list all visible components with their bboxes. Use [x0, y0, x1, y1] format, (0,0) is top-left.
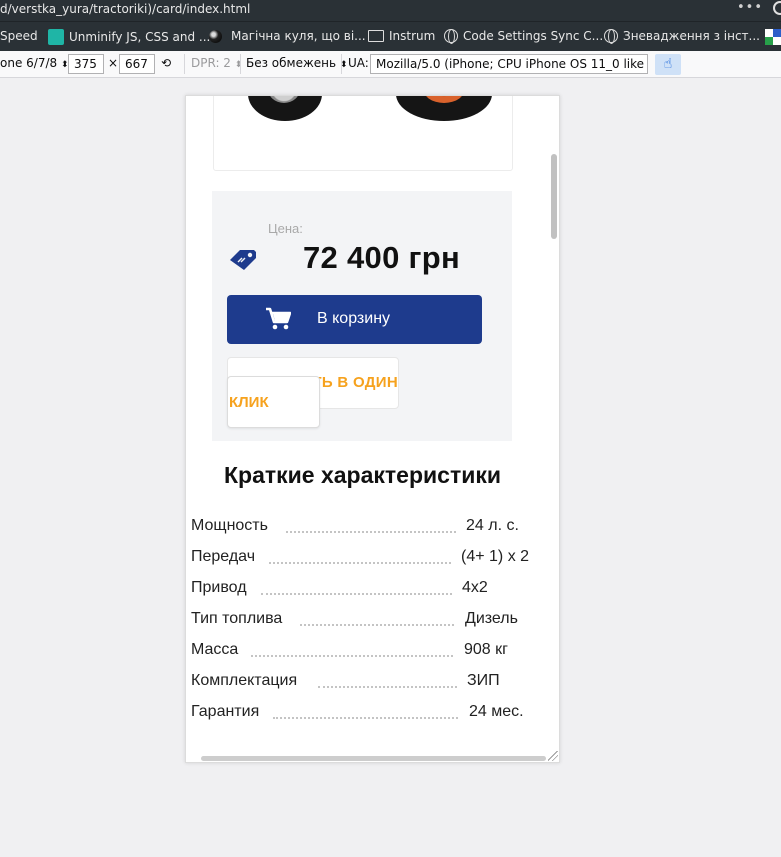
rotate-icon[interactable]: ⟲: [161, 56, 171, 70]
overflow-bookmarks-icon[interactable]: [765, 29, 781, 45]
spec-value: ЗИП: [467, 672, 500, 689]
price-panel: Цена: 72 400 грн В корзину ТЬ В ОДИН КЛИ…: [212, 191, 512, 441]
bookmark-magic-ball[interactable]: Магічна куля, що ві...: [209, 29, 366, 43]
spec-leader: [251, 655, 453, 657]
product-image: [213, 96, 513, 171]
spec-key: Тип топлива: [191, 610, 283, 627]
spec-key: Комплектация: [191, 672, 298, 689]
bookmark-label: Speed: [0, 29, 38, 43]
spec-row: Гарантия 24 мес.: [191, 703, 536, 723]
add-to-cart-label: В корзину: [317, 310, 391, 327]
throttling-select[interactable]: Без обмежень ⬍: [246, 56, 347, 70]
dpr-select[interactable]: DPR: 2 ⬍: [191, 56, 242, 70]
toolbar-divider: [184, 54, 185, 74]
touch-simulation-icon[interactable]: ☝: [655, 54, 681, 75]
shopping-cart-icon: [266, 307, 291, 330]
bookmark-speed[interactable]: Speed: [0, 29, 38, 43]
bookmark-debugging[interactable]: Зневадження з інст...: [604, 29, 760, 44]
user-agent-input[interactable]: Mozilla/5.0 (iPhone; CPU iPhone OS 11_0 …: [370, 54, 648, 74]
globe-icon: [604, 29, 618, 44]
spec-value: Дизель: [465, 610, 518, 627]
bookmark-label: Code Settings Sync C...: [463, 29, 604, 43]
bookmarks-toolbar: Speed Unminify JS, CSS and ... Магічна к…: [0, 21, 781, 51]
spec-row: Комплектация ЗИП: [191, 672, 531, 692]
spec-value: 24 мес.: [469, 703, 524, 720]
spec-key: Мощность: [191, 517, 268, 534]
specs-heading: Краткие характеристики: [224, 462, 501, 488]
horizontal-scrollbar[interactable]: [201, 756, 546, 761]
spec-leader: [286, 531, 456, 533]
buy-one-click-label-overflow: КЛИК: [229, 394, 269, 411]
spec-leader: [318, 686, 457, 688]
bookmark-unminify[interactable]: Unminify JS, CSS and ...: [48, 29, 210, 45]
bookmark-code-settings-sync[interactable]: Code Settings Sync C...: [444, 29, 604, 44]
bookmark-label: Магічна куля, що ві...: [231, 29, 366, 43]
dimension-separator: ×: [108, 56, 119, 70]
spec-row: Привод 4х2: [191, 579, 531, 599]
buy-one-click-label: ТЬ В ОДИН: [312, 374, 398, 391]
spec-leader: [273, 717, 458, 719]
spec-key: Передач: [191, 548, 256, 565]
spec-value: 24 л. с.: [466, 517, 519, 534]
spec-row: Мощность 24 л. с.: [191, 517, 531, 537]
device-viewport: Цена: 72 400 грн В корзину ТЬ В ОДИН КЛИ…: [185, 95, 560, 763]
account-icon[interactable]: [773, 1, 781, 15]
teal-square-icon: [48, 29, 64, 45]
throttle-value: Без обмежень: [246, 56, 337, 70]
spec-row: Масса 908 кг: [191, 641, 531, 661]
bookmark-folder-instrum[interactable]: Instrum: [368, 29, 435, 43]
stepper-arrows-icon: ⬍: [234, 60, 243, 70]
price-label: Цена:: [268, 221, 303, 236]
folder-icon: [368, 30, 384, 42]
add-to-cart-button[interactable]: В корзину: [227, 295, 482, 344]
spec-key: Привод: [191, 579, 247, 596]
vertical-scrollbar[interactable]: [551, 154, 557, 239]
dpr-value: DPR: 2: [191, 56, 231, 70]
buy-one-click-button-overflow[interactable]: КЛИК: [227, 376, 320, 428]
device-select[interactable]: one 6/7/8 ⬍: [0, 56, 69, 70]
viewport-width-input[interactable]: 375: [68, 54, 104, 74]
product-price: 72 400 грн: [303, 240, 461, 275]
device-name: one 6/7/8: [0, 56, 58, 70]
globe-icon: [444, 29, 458, 44]
spec-leader: [300, 624, 454, 626]
bookmark-label: Instrum: [389, 29, 436, 43]
spec-row: Передач (4+ 1) х 2: [191, 548, 541, 568]
spec-leader: [269, 562, 451, 564]
price-tag-icon: [230, 250, 256, 270]
responsive-design-toolbar: one 6/7/8 ⬍ 375 × 667 ⟲ DPR: 2 ⬍ Без обм…: [0, 51, 781, 78]
tractor-rear-wheel: [396, 96, 492, 121]
url-text[interactable]: d/verstka_yura/tractoriki)/card/index.ht…: [0, 2, 250, 16]
spec-row: Тип топлива Дизель: [191, 610, 531, 630]
page-actions-menu-icon[interactable]: •••: [737, 0, 763, 15]
spec-leader: [261, 593, 452, 595]
spec-key: Масса: [191, 641, 239, 658]
spec-value: 908 кг: [464, 641, 508, 658]
tractor-front-wheel: [248, 96, 322, 121]
toolbar-divider: [240, 54, 241, 74]
spec-value: (4+ 1) х 2: [461, 548, 530, 565]
bookmark-label: Зневадження з інст...: [623, 29, 760, 43]
bookmark-label: Unminify JS, CSS and ...: [69, 30, 211, 44]
spec-value: 4х2: [462, 579, 488, 596]
toolbar-divider: [341, 54, 342, 74]
spec-key: Гарантия: [191, 703, 260, 720]
ua-label: UA:: [348, 56, 369, 70]
resize-handle-icon[interactable]: [548, 751, 558, 761]
viewport-height-input[interactable]: 667: [119, 54, 155, 74]
magic-ball-icon: [209, 29, 222, 43]
address-bar[interactable]: d/verstka_yura/tractoriki)/card/index.ht…: [0, 0, 781, 21]
